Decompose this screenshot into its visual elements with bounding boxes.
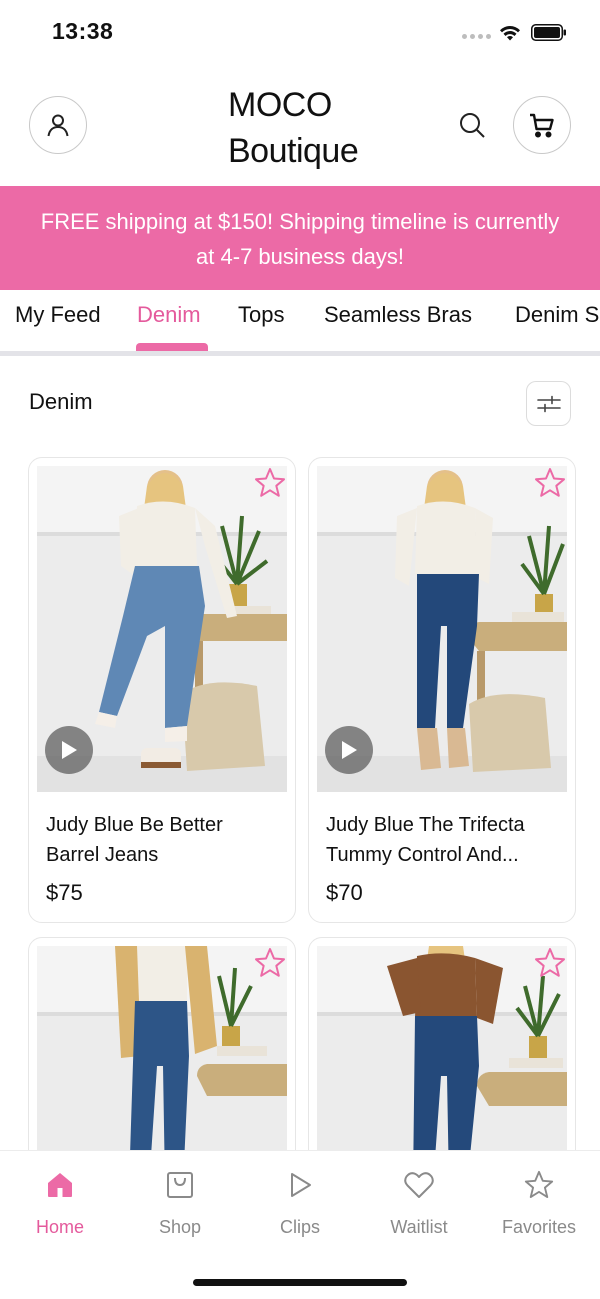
nav-home-label: Home <box>35 1217 84 1237</box>
home-indicator[interactable] <box>193 1279 407 1286</box>
product-image[interactable] <box>37 466 287 792</box>
nav-shop-label: Shop <box>158 1217 202 1237</box>
bottom-navigation: Home Shop Clips Waitlist Favorites <box>0 1150 600 1299</box>
nav-waitlist[interactable]: Waitlist <box>364 1167 474 1238</box>
promo-banner-line-2: at 4-7 business days! <box>196 244 404 269</box>
filter-button[interactable] <box>526 381 571 426</box>
cart-icon <box>530 113 554 138</box>
product-card[interactable]: Judy Blue Be Better Barrel Jeans $75 <box>28 457 296 923</box>
brand-line-2: Boutique <box>228 132 359 170</box>
play-icon <box>62 741 77 759</box>
section-title: Denim <box>29 389 93 414</box>
favorite-star-icon[interactable] <box>533 946 567 980</box>
promo-banner-line-1: FREE shipping at $150! Shipping timeline… <box>40 209 560 234</box>
nav-clips-label: Clips <box>279 1217 320 1237</box>
play-icon <box>342 741 357 759</box>
product-image[interactable] <box>317 946 567 1176</box>
nav-favorites-label: Favorites <box>501 1217 577 1237</box>
cart-button[interactable] <box>513 96 571 154</box>
battery-icon <box>531 24 566 41</box>
tab-denim-shorts[interactable]: Denim Sh <box>515 302 600 328</box>
nav-clips[interactable]: Clips <box>245 1167 355 1238</box>
play-icon <box>291 1173 311 1197</box>
shopping-bag-icon <box>167 1172 193 1198</box>
favorite-star-icon[interactable] <box>533 466 567 500</box>
product-name: Judy Blue The Trifecta Tummy Control And… <box>326 810 562 870</box>
favorite-star-icon[interactable] <box>253 466 287 500</box>
product-price: $70 <box>326 880 363 905</box>
search-icon <box>460 113 485 138</box>
status-bar: 13:38 <box>0 0 600 66</box>
wifi-icon <box>500 25 520 41</box>
product-name-line-1: Judy Blue The Trifecta <box>326 814 525 836</box>
video-play-button[interactable] <box>45 726 93 774</box>
product-card[interactable] <box>308 937 576 1177</box>
tab-tops[interactable]: Tops <box>238 302 284 328</box>
product-card[interactable]: Judy Blue The Trifecta Tummy Control And… <box>308 457 576 923</box>
product-image[interactable] <box>37 946 287 1176</box>
tab-seamless-bras[interactable]: Seamless Bras <box>324 302 472 328</box>
nav-home[interactable]: Home <box>5 1167 115 1238</box>
video-play-button[interactable] <box>325 726 373 774</box>
product-image[interactable] <box>317 466 567 792</box>
category-tabs: My Feed Denim Tops Seamless Bras Denim S… <box>0 290 600 356</box>
product-price: $75 <box>46 880 83 905</box>
active-tab-indicator <box>136 343 208 351</box>
product-name: Judy Blue Be Better Barrel Jeans <box>46 810 282 870</box>
tab-my-feed[interactable]: My Feed <box>15 302 101 328</box>
cellular-signal-icon <box>462 34 491 39</box>
sliders-icon <box>536 395 561 412</box>
nav-shop[interactable]: Shop <box>125 1167 235 1238</box>
tab-denim[interactable]: Denim <box>137 302 201 328</box>
product-name-line-1: Judy Blue Be Better <box>46 814 223 836</box>
promo-banner[interactable]: FREE shipping at $150! Shipping timeline… <box>0 186 600 290</box>
product-name-line-2: Tummy Control And... <box>326 844 519 866</box>
status-time: 13:38 <box>52 18 114 44</box>
home-icon <box>48 1173 72 1197</box>
star-icon <box>524 1170 554 1198</box>
app-header: MOCO Boutique <box>0 66 600 186</box>
nav-favorites[interactable]: Favorites <box>484 1167 594 1238</box>
product-card[interactable] <box>28 937 296 1177</box>
heart-icon <box>404 1172 434 1198</box>
nav-waitlist-label: Waitlist <box>390 1217 448 1237</box>
brand-logo: MOCO Boutique <box>228 82 359 174</box>
favorite-star-icon[interactable] <box>253 946 287 980</box>
person-icon <box>47 114 69 137</box>
product-name-line-2: Barrel Jeans <box>46 844 159 866</box>
brand-line-1: MOCO <box>228 86 332 124</box>
account-button[interactable] <box>29 96 87 154</box>
search-button[interactable] <box>455 108 489 142</box>
